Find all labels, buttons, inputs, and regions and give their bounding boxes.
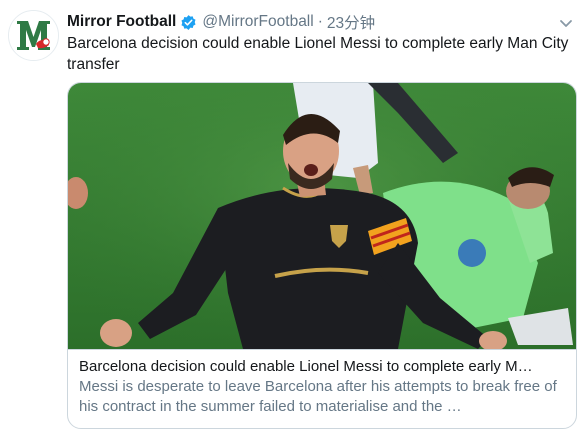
mirror-m-logo-icon — [9, 11, 58, 60]
tweet-text: Barcelona decision could enable Lionel M… — [67, 35, 569, 73]
display-name[interactable]: Mirror Football — [67, 13, 176, 31]
timestamp[interactable]: 23分钟 — [327, 11, 375, 33]
card-image[interactable] — [68, 83, 576, 349]
tweet-header: Mirror Football @MirrorFootball · 23分钟 — [67, 11, 375, 33]
chevron-down-icon[interactable] — [556, 13, 576, 33]
avatar[interactable] — [8, 10, 59, 61]
link-card[interactable]: Barcelona decision could enable Lionel M… — [67, 82, 577, 429]
card-description: Messi is desperate to leave Barcelona af… — [79, 378, 557, 415]
card-title: Barcelona decision could enable Lionel M… — [79, 358, 533, 375]
user-handle[interactable]: @MirrorFootball — [202, 13, 313, 31]
card-text[interactable]: Barcelona decision could enable Lionel M… — [68, 349, 576, 428]
separator-dot: · — [317, 13, 323, 30]
verified-badge-icon — [181, 14, 196, 30]
